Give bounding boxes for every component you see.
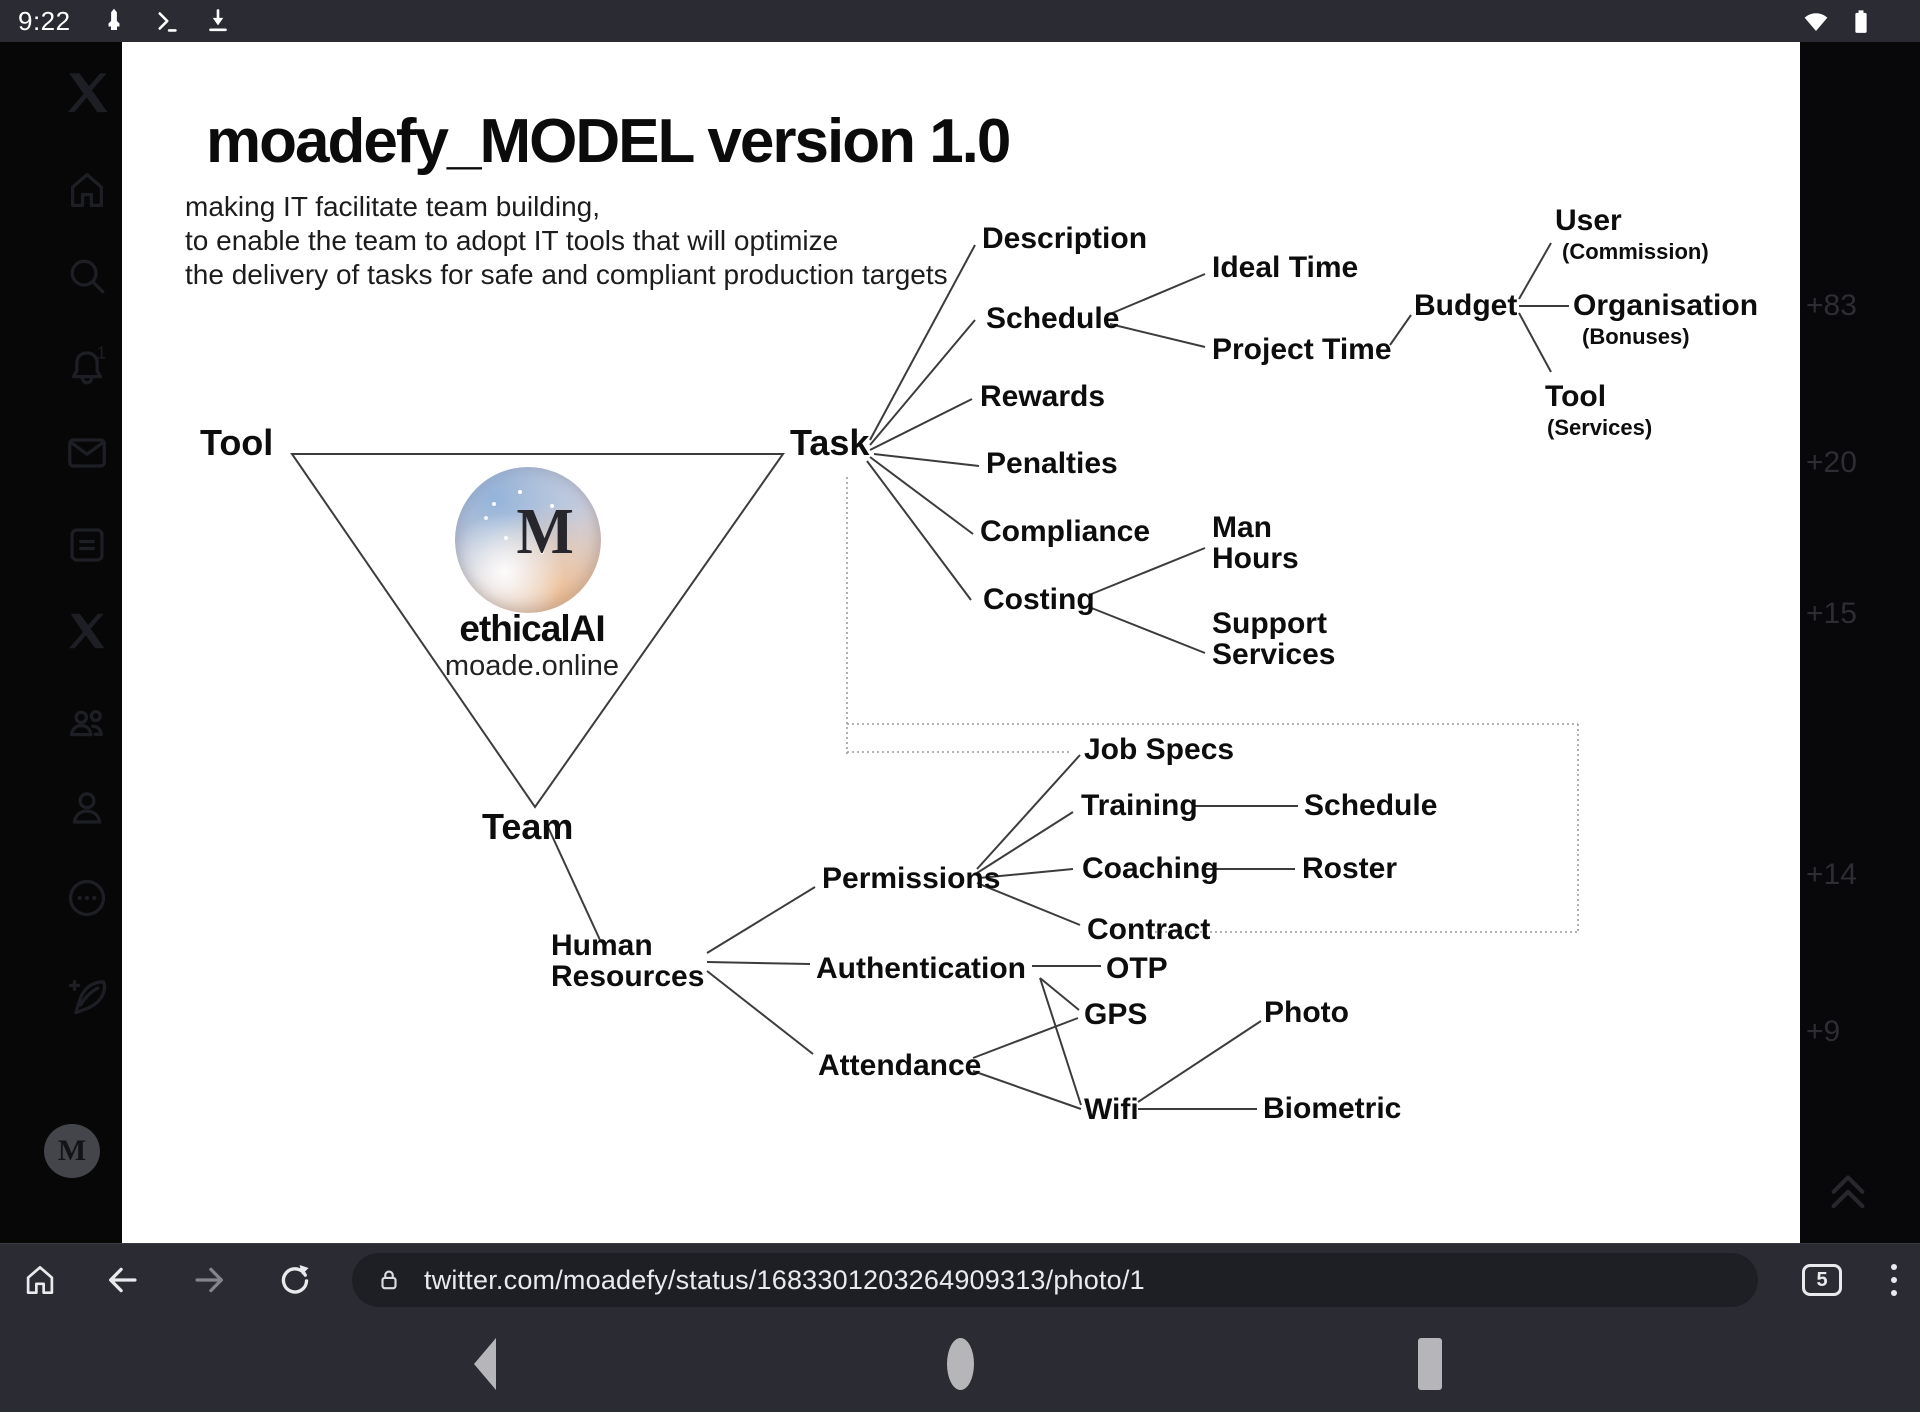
count-badge: +20 xyxy=(1806,446,1857,480)
usb-icon xyxy=(99,6,129,36)
node-job-specs: Job Specs xyxy=(1084,734,1234,765)
node-biometric: Biometric xyxy=(1263,1093,1401,1124)
node-human-resources: Human Resources xyxy=(551,930,711,992)
premium-x-icon[interactable] xyxy=(64,608,110,654)
moon-monogram: M xyxy=(516,494,573,570)
forward-button[interactable] xyxy=(166,1261,252,1299)
profile-icon[interactable] xyxy=(64,785,110,831)
node-compliance: Compliance xyxy=(980,516,1150,547)
diagram-title: moadefy_MODEL version 1.0 xyxy=(206,106,1009,177)
node-user-sub: (Commission) xyxy=(1562,239,1709,265)
browser-home-button[interactable] xyxy=(0,1261,80,1299)
node-training: Training xyxy=(1081,790,1198,821)
node-tool: Tool xyxy=(200,427,273,458)
wifi-icon xyxy=(1801,6,1831,36)
node-rewards: Rewards xyxy=(980,381,1105,412)
account-avatar[interactable]: M xyxy=(44,1124,100,1178)
url-text: twitter.com/moadefy/status/1683301203264… xyxy=(424,1265,1145,1296)
node-ideal-time: Ideal Time xyxy=(1212,252,1358,283)
communities-icon[interactable] xyxy=(64,699,110,745)
node-roster: Roster xyxy=(1302,853,1397,884)
node-tool-services: Tool xyxy=(1545,381,1606,412)
node-authentication: Authentication xyxy=(816,953,1026,984)
node-support-services: Support Services xyxy=(1212,608,1342,670)
node-training-schedule: Schedule xyxy=(1304,790,1437,821)
node-permissions: Permissions xyxy=(822,863,1000,894)
node-penalties: Penalties xyxy=(986,448,1118,479)
node-gps: GPS xyxy=(1084,999,1147,1030)
more-icon[interactable] xyxy=(64,875,110,921)
node-organisation-sub: (Bonuses) xyxy=(1582,324,1690,350)
android-back-button[interactable] xyxy=(474,1338,496,1390)
node-schedule: Schedule xyxy=(986,303,1119,334)
clock: 9:22 xyxy=(18,6,71,37)
search-icon[interactable] xyxy=(64,253,110,299)
terminal-icon xyxy=(151,6,181,36)
x-sidebar: 1 M xyxy=(0,42,122,1243)
home-icon[interactable] xyxy=(64,167,110,213)
node-coaching: Coaching xyxy=(1082,853,1219,884)
node-organisation: Organisation xyxy=(1573,290,1758,321)
brand-domain: moade.online xyxy=(422,650,642,683)
battery-icon xyxy=(1846,6,1876,36)
compose-icon[interactable] xyxy=(64,975,110,1021)
diagram-subtitle: making IT facilitate team building, to e… xyxy=(185,190,948,292)
node-team: Team xyxy=(482,811,573,842)
node-task: Task xyxy=(790,427,869,458)
lock-icon xyxy=(374,1265,404,1295)
node-man-hours: Man Hours xyxy=(1212,512,1312,574)
refresh-button[interactable] xyxy=(252,1261,338,1299)
android-recents-button[interactable] xyxy=(1418,1338,1442,1390)
node-tool-services-sub: (Services) xyxy=(1547,415,1652,441)
notification-badge: 1 xyxy=(97,344,107,362)
back-button[interactable] xyxy=(80,1261,166,1299)
chevron-double-up-icon[interactable] xyxy=(1818,1163,1878,1211)
android-nav-bar xyxy=(0,1316,1920,1412)
url-bar[interactable]: twitter.com/moadefy/status/1683301203264… xyxy=(352,1253,1758,1307)
count-badge: +15 xyxy=(1806,597,1857,631)
photo-diagram: moadefy_MODEL version 1.0 making IT faci… xyxy=(122,42,1800,1243)
count-badge: +83 xyxy=(1806,289,1857,323)
browser-menu-button[interactable] xyxy=(1874,1264,1914,1296)
android-home-button[interactable] xyxy=(947,1338,974,1390)
status-bar: 9:22 xyxy=(0,0,1920,42)
lists-icon[interactable] xyxy=(64,522,110,568)
browser-toolbar: twitter.com/moadefy/status/1683301203264… xyxy=(0,1243,1920,1316)
tab-switcher-button[interactable]: 5 xyxy=(1802,1264,1842,1296)
node-project-time: Project Time xyxy=(1212,334,1392,365)
x-logo-icon[interactable] xyxy=(64,69,110,115)
download-icon xyxy=(203,6,233,36)
android-screen: 9:22 1 M xyxy=(0,0,1920,1412)
node-contract: Contract xyxy=(1087,914,1210,945)
avatar-monogram: M xyxy=(58,1134,86,1168)
notifications-bell-icon[interactable]: 1 xyxy=(64,344,110,390)
node-photo: Photo xyxy=(1264,997,1349,1028)
node-description: Description xyxy=(982,223,1147,254)
node-budget: Budget xyxy=(1414,290,1517,321)
count-badge: +9 xyxy=(1806,1015,1840,1049)
node-otp: OTP xyxy=(1106,953,1168,984)
messages-icon[interactable] xyxy=(64,430,110,476)
photo-viewer-right-rail: +83 +20 +15 +14 +9 xyxy=(1800,42,1920,1243)
count-badge: +14 xyxy=(1806,858,1857,892)
moon-stars xyxy=(492,502,496,506)
node-wifi: Wifi xyxy=(1084,1094,1139,1125)
brand-name: ethicalAI xyxy=(422,608,642,650)
node-user: User xyxy=(1555,205,1622,236)
node-attendance: Attendance xyxy=(818,1050,981,1081)
tab-count: 5 xyxy=(1816,1269,1827,1292)
node-costing: Costing xyxy=(983,584,1095,615)
